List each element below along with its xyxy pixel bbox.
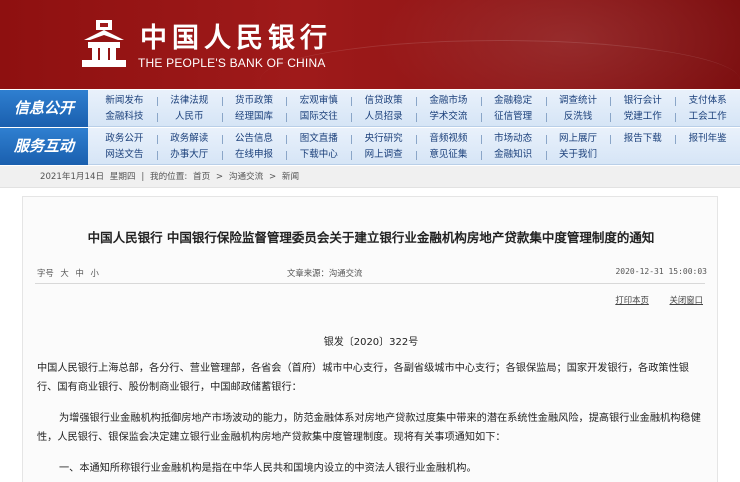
nav-link-row1-17[interactable]: 反洗钱 [545,109,611,125]
nav-link-row1-3[interactable]: 宏观审慎 [286,93,351,109]
font-size-large[interactable]: 大 [60,268,68,278]
nav-link-row1-4[interactable]: 信贷政策 [351,93,416,109]
nav-link-row2-5[interactable]: 音频视频 [415,131,481,147]
article-panel: 中国人民银行 中国银行保险监督管理委员会关于建立银行业金融机构房地产贷款集中度管… [22,196,718,482]
nav-link-row1-12[interactable]: 经理国库 [221,109,287,125]
nav-link-row2-16[interactable]: 金融知识 [480,147,546,163]
logo-chinese-text: 中国人民银行 [140,23,332,54]
nav-link-row2-2[interactable]: 公告信息 [221,131,287,147]
nav-link-row2-13[interactable]: 下载中心 [286,147,351,163]
nav-link-row1-2[interactable]: 货币政策 [221,93,287,109]
article-paragraph: 一、本通知所称银行业金融机构是指在中华人民共和国境内设立的中资法人银行业金融机构… [59,463,477,474]
nav-link-row2-18 [610,147,675,163]
nav-link-row1-1[interactable]: 法律法规 [156,93,222,109]
nav-link-row1-19[interactable]: 工会工作 [675,109,740,125]
print-page-link[interactable]: 打印本页 [615,295,649,305]
breadcrumb: 2021年1月14日 星期四 | 我的位置: 首页 > 沟通交流 > 新闻 [0,166,740,188]
nav-grid-service: 政务公开 政务解读 公告信息 图文直播 央行研究 音频视频 市场动态 网上展厅 报告下载 报刊年鉴… [92,131,740,163]
current-date: 2021年1月14日 [40,172,105,182]
close-window-link[interactable]: 关闭窗口 [670,295,704,305]
breadcrumb-home[interactable]: 首页 [193,172,210,182]
nav-link-row2-14[interactable]: 网上调查 [351,147,416,163]
nav-service-interaction: 服务互动 政务公开 政务解读 公告信息 图文直播 央行研究 音频视频 市场动态 网上展厅 报告下… [0,128,740,165]
font-size-small[interactable]: 小 [91,268,99,278]
breadcrumb-divider: | [141,172,145,182]
nav-link-row2-15[interactable]: 意见征集 [415,147,481,163]
nav-label-info: 信息公开 [0,90,88,127]
nav-label-service: 服务互动 [0,128,88,165]
font-size-medium[interactable]: 中 [75,268,83,278]
nav-link-row1-11[interactable]: 人民币 [156,109,222,125]
font-size-label: 字号 [37,268,54,278]
nav-link-row1-8[interactable]: 银行会计 [610,93,675,109]
font-size-controls: 字号 大 中 小 [37,267,103,279]
nav-link-row1-15[interactable]: 学术交流 [415,109,481,125]
nav-link-row2-10[interactable]: 网送文告 [92,147,157,163]
nav-link-row1-14[interactable]: 人员招录 [351,109,416,125]
nav-link-row1-18[interactable]: 党建工作 [610,109,675,125]
nav-link-row2-3[interactable]: 图文直播 [286,131,351,147]
pboc-logo-icon[interactable] [78,18,130,70]
nav-link-row2-11[interactable]: 办事大厅 [156,147,222,163]
nav-link-row1-6[interactable]: 金融稳定 [480,93,546,109]
breadcrumb-sep: > [268,172,277,182]
nav-link-row1-16[interactable]: 征信管理 [480,109,546,125]
article-actions: 打印本页 关闭窗口 [597,294,703,306]
document-number: 银发〔2020〕322号 [323,337,419,348]
nav-link-row1-13[interactable]: 国际交往 [286,109,351,125]
breadcrumb-section[interactable]: 沟通交流 [229,172,263,182]
breadcrumb-sep: > [215,172,224,182]
article-paragraph: 中国人民银行上海总部，各分行、营业管理部，各省会（首府）城市中心支行，各副省级城… [37,363,689,393]
nav-grid-info: 新闻发布 法律法规 货币政策 宏观审慎 信贷政策 金融市场 金融稳定 调查统计 银行会计 支付体系… [92,93,740,125]
article-source: 文章来源：沟通交流 [287,268,363,278]
meta-divider [35,283,705,284]
nav-link-row1-0[interactable]: 新闻发布 [92,93,157,109]
breadcrumb-current[interactable]: 新闻 [282,172,299,182]
logo-english-text: THE PEOPLE'S BANK OF CHINA [138,56,326,70]
nav-link-row2-19 [675,147,740,163]
nav-link-row2-6[interactable]: 市场动态 [480,131,546,147]
nav-link-row2-9[interactable]: 报刊年鉴 [675,131,740,147]
nav-link-row2-0[interactable]: 政务公开 [92,131,157,147]
article-meta: 字号 大 中 小 文章来源：沟通交流 2020-12-31 15:00:03 [23,267,719,281]
nav-info-disclosure: 信息公开 新闻发布 法律法规 货币政策 宏观审慎 信贷政策 金融市场 金融稳定 调查统计 银行会… [0,90,740,127]
nav-link-row2-8[interactable]: 报告下载 [610,131,675,147]
nav-link-row2-7[interactable]: 网上展厅 [545,131,611,147]
current-weekday: 星期四 [109,172,136,182]
nav-link-row2-1[interactable]: 政务解读 [156,131,222,147]
article-datetime: 2020-12-31 15:00:03 [615,267,707,276]
nav-link-row1-9[interactable]: 支付体系 [675,93,740,109]
nav-link-row1-10[interactable]: 金融科技 [92,109,157,125]
article-paragraph: 为增强银行业金融机构抵御房地产市场波动的能力，防范金融体系对房地产贷款过度集中带… [37,413,701,443]
nav-link-row2-12[interactable]: 在线申报 [221,147,287,163]
site-header: 中国人民银行 THE PEOPLE'S BANK OF CHINA [0,0,740,89]
nav-link-row2-17[interactable]: 关于我们 [545,147,611,163]
article-title: 中国人民银行 中国银行保险监督管理委员会关于建立银行业金融机构房地产贷款集中度管… [87,230,655,245]
position-label: 我的位置: [149,172,188,182]
nav-link-row1-5[interactable]: 金融市场 [415,93,481,109]
nav-link-row2-4[interactable]: 央行研究 [351,131,416,147]
nav-link-row1-7[interactable]: 调查统计 [545,93,611,109]
